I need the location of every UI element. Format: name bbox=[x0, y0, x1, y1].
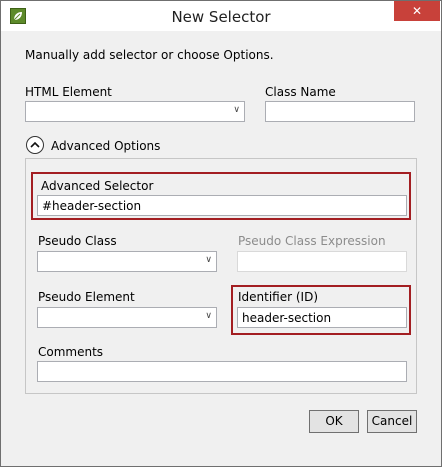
cancel-button[interactable]: Cancel bbox=[367, 410, 417, 433]
identifier-label: Identifier (ID) bbox=[238, 290, 319, 304]
pseudo-element-dropdown[interactable]: ∨ bbox=[37, 307, 217, 328]
html-element-label: HTML Element bbox=[25, 85, 112, 99]
pseudo-class-label: Pseudo Class bbox=[38, 234, 117, 248]
chevron-down-icon: ∨ bbox=[233, 105, 240, 115]
chevron-down-icon: ∨ bbox=[205, 255, 212, 265]
advanced-selector-value: #header-section bbox=[42, 199, 142, 213]
intro-text: Manually add selector or choose Options. bbox=[25, 48, 274, 62]
html-element-dropdown[interactable]: ∨ bbox=[25, 101, 245, 122]
pseudo-element-label: Pseudo Element bbox=[38, 290, 135, 304]
advanced-selector-label: Advanced Selector bbox=[41, 179, 154, 193]
pseudo-class-dropdown[interactable]: ∨ bbox=[37, 251, 217, 272]
comments-label: Comments bbox=[38, 345, 104, 359]
pseudo-class-expression-label: Pseudo Class Expression bbox=[238, 234, 386, 248]
new-selector-dialog: New Selector ✕ Manually add selector or … bbox=[0, 0, 442, 467]
class-name-input[interactable] bbox=[265, 101, 415, 122]
title-bar: New Selector ✕ bbox=[1, 1, 441, 31]
advanced-options-label[interactable]: Advanced Options bbox=[51, 139, 160, 153]
advanced-selector-input[interactable]: #header-section bbox=[37, 195, 407, 216]
identifier-value: header-section bbox=[242, 311, 332, 325]
close-button[interactable]: ✕ bbox=[394, 1, 440, 21]
pseudo-class-expression-input[interactable] bbox=[237, 251, 407, 272]
class-name-label: Class Name bbox=[265, 85, 336, 99]
dialog-title: New Selector bbox=[171, 8, 271, 26]
chevron-up-icon bbox=[30, 141, 40, 148]
ok-button[interactable]: OK bbox=[309, 410, 359, 433]
identifier-input[interactable]: header-section bbox=[237, 307, 407, 328]
chevron-down-icon: ∨ bbox=[205, 311, 212, 321]
advanced-options-toggle[interactable] bbox=[26, 136, 44, 154]
close-icon: ✕ bbox=[411, 4, 423, 18]
comments-input[interactable] bbox=[37, 361, 407, 382]
